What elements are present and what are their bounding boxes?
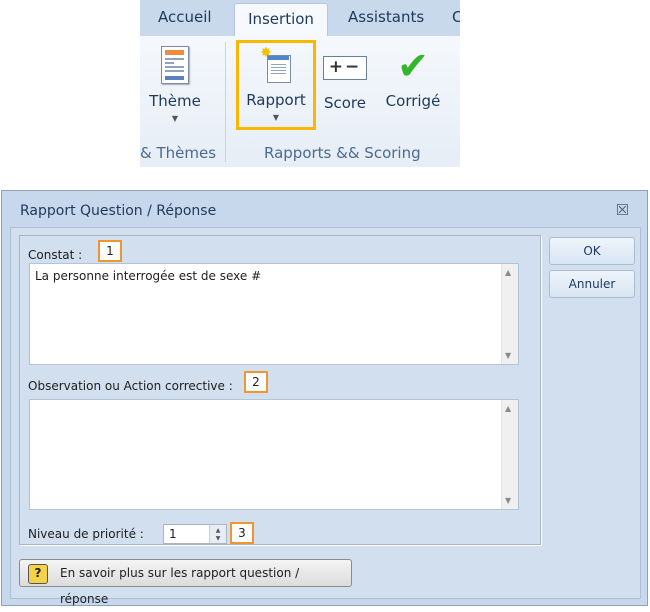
corrige-label: Corrigé xyxy=(385,92,441,110)
group-label-rapports-scoring: Rapports && Scoring xyxy=(264,144,421,162)
priority-spinner[interactable]: 1 ▲ ▼ xyxy=(163,524,227,544)
callout-badge-1: 1 xyxy=(98,240,122,262)
theme-label: Thème xyxy=(149,92,201,110)
group-label-themes: & Thèmes xyxy=(140,144,217,162)
scroll-down-icon[interactable]: ▼ xyxy=(505,351,511,360)
observation-textarea[interactable]: ▲ ▼ xyxy=(29,399,519,510)
observation-label: Observation ou Action corrective : xyxy=(28,379,233,393)
form-group: Constat : 1 La personne interrogée est d… xyxy=(19,235,542,546)
scroll-up-icon[interactable]: ▲ xyxy=(505,268,511,277)
tab-insertion[interactable]: Insertion xyxy=(234,3,328,37)
checkmark-icon: ✔ xyxy=(397,44,429,88)
rapport-label: Rapport xyxy=(246,91,306,109)
dialog-body: Constat : 1 La personne interrogée est d… xyxy=(10,227,641,606)
chevron-down-icon: ▼ xyxy=(171,114,179,123)
help-label: En savoir plus sur les rapport question … xyxy=(60,566,300,606)
group-separator xyxy=(225,42,226,162)
score-button[interactable]: +− Score xyxy=(320,46,370,112)
theme-button[interactable]: Thème ▼ xyxy=(140,46,210,123)
tab-assistants[interactable]: Assistants xyxy=(348,8,424,26)
dialog-title: Rapport Question / Réponse xyxy=(20,203,217,219)
priority-value: 1 xyxy=(169,527,177,541)
theme-document-icon xyxy=(161,46,189,84)
help-button[interactable]: ? En savoir plus sur les rapport questio… xyxy=(19,559,352,606)
tab-truncated[interactable]: C xyxy=(452,8,460,26)
ribbon-tab-bar: Accueil Insertion Assistants C xyxy=(140,0,460,37)
report-new-icon: ✸ xyxy=(260,45,291,83)
score-label: Score xyxy=(323,94,366,112)
chevron-down-icon: ▼ xyxy=(272,113,280,122)
constat-textarea[interactable]: La personne interrogée est de sexe # ▲ ▼ xyxy=(29,263,519,365)
callout-badge-2: 2 xyxy=(244,371,268,393)
constat-text: La personne interrogée est de sexe # xyxy=(35,269,262,283)
callout-badge-3: 3 xyxy=(230,522,254,544)
ok-button[interactable]: OK xyxy=(549,237,635,265)
constat-label: Constat : xyxy=(28,248,83,262)
priority-label: Niveau de priorité : xyxy=(28,527,144,541)
rapport-button[interactable]: ✸ Rapport ▼ xyxy=(236,40,316,130)
cancel-button[interactable]: Annuler xyxy=(549,270,635,298)
spinner-arrows-icon[interactable]: ▲ ▼ xyxy=(209,525,226,543)
corrige-button[interactable]: ✔ Corrigé xyxy=(383,46,443,110)
rapport-dialog: Rapport Question / Réponse ☒ Constat : 1… xyxy=(1,190,648,606)
constat-scrollbar[interactable]: ▲ ▼ xyxy=(501,264,518,364)
close-icon[interactable]: ☒ xyxy=(616,201,629,219)
tab-accueil[interactable]: Accueil xyxy=(158,8,212,26)
scroll-up-icon[interactable]: ▲ xyxy=(505,404,511,413)
ribbon: Accueil Insertion Assistants C Thème ▼ ✸… xyxy=(140,0,460,167)
observation-scrollbar[interactable]: ▲ ▼ xyxy=(501,400,518,509)
help-question-icon: ? xyxy=(28,564,48,584)
plus-minus-icon: +− xyxy=(323,56,367,80)
scroll-down-icon[interactable]: ▼ xyxy=(505,496,511,505)
